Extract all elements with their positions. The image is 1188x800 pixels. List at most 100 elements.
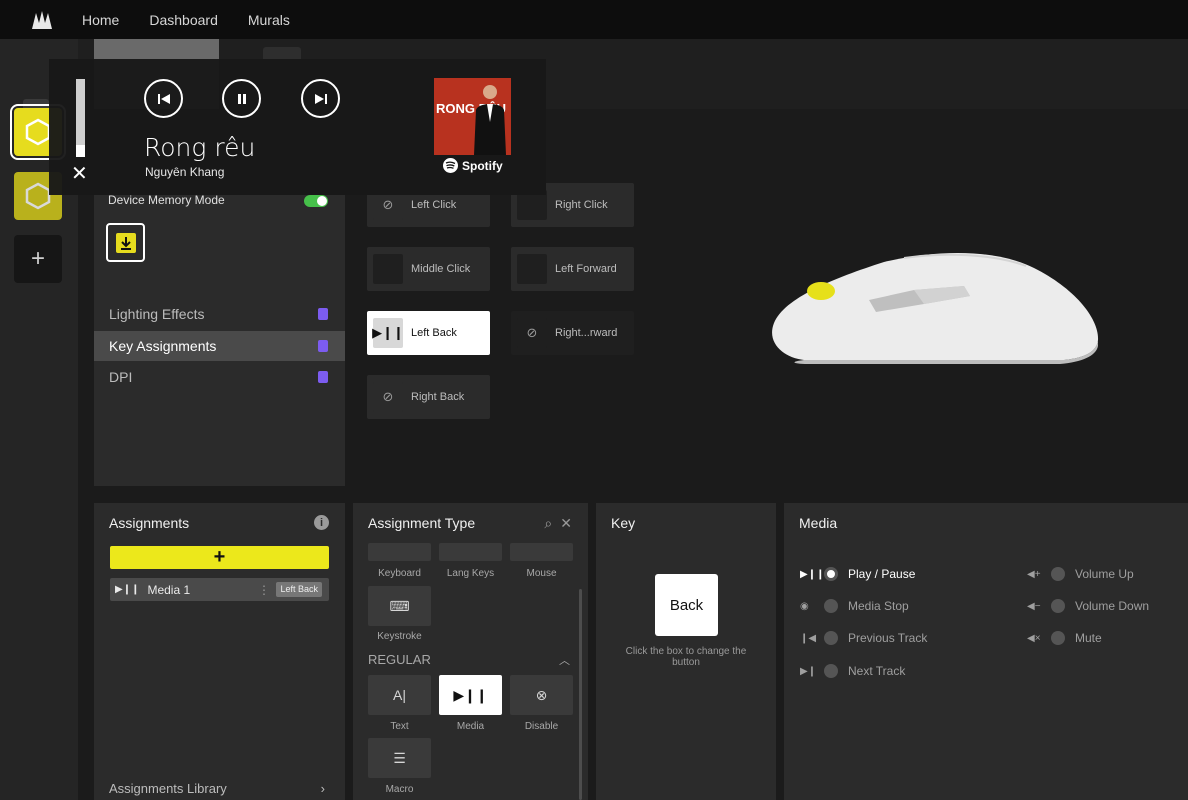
nav-murals[interactable]: Murals bbox=[248, 12, 290, 28]
media-option-stop[interactable]: ◉ Media Stop bbox=[800, 596, 909, 616]
save-to-device-button[interactable] bbox=[106, 223, 145, 262]
assignment-key-badge: Left Back bbox=[276, 582, 322, 597]
type-mouse-tile[interactable] bbox=[510, 543, 573, 561]
media-panel: Media ▶❙❙ Play / Pause ◉ Media Stop ❙◀ P… bbox=[784, 503, 1188, 800]
radio-button[interactable] bbox=[1051, 631, 1065, 645]
close-icon[interactable]: ✕ bbox=[560, 515, 572, 532]
nav-dashboard[interactable]: Dashboard bbox=[149, 12, 218, 28]
media-option-previous-track[interactable]: ❙◀ Previous Track bbox=[800, 628, 927, 648]
memory-icon bbox=[318, 340, 328, 352]
play-pause-icon: ▶❙❙ bbox=[453, 686, 488, 703]
scrollbar[interactable] bbox=[579, 589, 582, 800]
type-text-tile[interactable]: A| bbox=[368, 675, 431, 715]
assignments-panel: Assignments i + ▶❙❙ Media 1 ⋮ Left Back … bbox=[94, 503, 345, 800]
radio-button[interactable] bbox=[824, 664, 838, 678]
key-hint-text: Click the box to change the button bbox=[625, 646, 747, 668]
type-keystroke-tile[interactable]: ⌨ bbox=[368, 586, 431, 626]
type-media-label: Media bbox=[456, 721, 485, 732]
pause-icon bbox=[237, 93, 246, 104]
chevron-up-icon[interactable]: ︿ bbox=[559, 652, 570, 668]
media-option-play-pause[interactable]: ▶❙❙ Play / Pause bbox=[800, 564, 915, 584]
info-icon[interactable]: i bbox=[314, 515, 329, 530]
media-overlay: ✕ Rong rêu Nguyên Khang RONG RÊU Spotify bbox=[49, 59, 546, 195]
radio-button[interactable] bbox=[824, 631, 838, 645]
spotify-icon bbox=[443, 158, 458, 173]
chevron-right-icon[interactable]: › bbox=[321, 781, 325, 796]
key-right-back[interactable]: ⊘ Right Back bbox=[367, 375, 490, 419]
key-capture-box[interactable]: Back bbox=[655, 574, 718, 636]
play-pause-icon: ▶❙❙ bbox=[800, 568, 825, 580]
key-left-back[interactable]: ▶❙❙ Left Back bbox=[367, 311, 490, 355]
next-track-button[interactable] bbox=[301, 79, 340, 118]
type-lang-keys-tile[interactable] bbox=[439, 543, 502, 561]
hexagon-icon bbox=[25, 118, 51, 146]
radio-button[interactable] bbox=[1051, 599, 1065, 613]
stop-icon: ◉ bbox=[800, 600, 809, 612]
album-art: RONG RÊU bbox=[434, 78, 511, 155]
type-keyboard-label: Keyboard bbox=[378, 568, 421, 579]
key-slot-icon bbox=[517, 254, 547, 284]
spotify-logo: Spotify bbox=[443, 158, 503, 173]
disabled-icon: ⊘ bbox=[373, 382, 403, 412]
keystroke-icon: ⌨ bbox=[389, 597, 410, 614]
text-icon: A| bbox=[393, 687, 406, 703]
volume-slider-fill bbox=[76, 145, 85, 157]
kebab-menu-icon[interactable]: ⋮ bbox=[258, 583, 270, 597]
key-left-forward[interactable]: Left Forward bbox=[511, 247, 634, 291]
memory-icon bbox=[318, 308, 328, 320]
key-right-forward[interactable]: ⊘ Right...rward bbox=[511, 311, 634, 355]
menu-dpi[interactable]: DPI bbox=[94, 362, 345, 392]
assignments-library-link[interactable]: Assignments Library bbox=[109, 781, 227, 796]
mouse-image bbox=[764, 248, 1104, 378]
type-macro-tile[interactable]: ☰ bbox=[368, 738, 431, 778]
corsair-logo-icon[interactable] bbox=[30, 8, 74, 32]
media-option-volume-up[interactable]: ◀+ Volume Up bbox=[1027, 564, 1134, 584]
search-icon[interactable]: ⌕ bbox=[544, 515, 552, 532]
close-icon[interactable]: ✕ bbox=[71, 161, 88, 186]
assignments-title: Assignments bbox=[109, 515, 190, 531]
hexagon-icon bbox=[25, 182, 51, 210]
nav-home[interactable]: Home bbox=[82, 12, 119, 28]
radio-button[interactable] bbox=[1051, 567, 1065, 581]
key-title: Key bbox=[611, 515, 636, 531]
memory-icon bbox=[318, 371, 328, 383]
device-memory-mode-toggle[interactable] bbox=[304, 195, 328, 207]
assignment-type-panel: Assignment Type ⌕ ✕ Keyboard Lang Keys M… bbox=[353, 503, 588, 800]
pause-button[interactable] bbox=[222, 79, 261, 118]
volume-down-icon: ◀− bbox=[1027, 600, 1041, 612]
radio-button[interactable] bbox=[824, 599, 838, 613]
radio-button[interactable] bbox=[824, 567, 838, 581]
media-option-mute[interactable]: ◀× Mute bbox=[1027, 628, 1102, 648]
regular-section-label: REGULAR bbox=[368, 652, 431, 667]
type-disable-tile[interactable]: ⊗ bbox=[510, 675, 573, 715]
type-disable-label: Disable bbox=[524, 721, 559, 732]
key-middle-click[interactable]: Middle Click bbox=[367, 247, 490, 291]
type-macro-label: Macro bbox=[385, 784, 414, 795]
menu-key-assignments[interactable]: Key Assignments bbox=[94, 331, 345, 361]
type-keystroke-label: Keystroke bbox=[377, 631, 422, 642]
next-track-icon: ▶❙ bbox=[800, 665, 817, 677]
volume-up-icon: ◀+ bbox=[1027, 568, 1041, 580]
add-profile-button[interactable]: + bbox=[14, 235, 62, 283]
assignment-item[interactable]: ▶❙❙ Media 1 ⋮ Left Back bbox=[110, 578, 329, 601]
disable-icon: ⊗ bbox=[535, 686, 548, 703]
previous-track-icon: ❙◀ bbox=[800, 632, 817, 644]
add-assignment-button[interactable]: + bbox=[110, 546, 329, 569]
menu-lighting-effects[interactable]: Lighting Effects bbox=[94, 299, 345, 329]
list-icon: ☰ bbox=[393, 749, 406, 766]
song-title: Rong rêu bbox=[144, 133, 256, 162]
type-media-tile[interactable]: ▶❙❙ bbox=[439, 675, 502, 715]
next-track-icon bbox=[314, 93, 327, 104]
previous-track-icon bbox=[157, 93, 170, 104]
play-pause-icon: ▶❙❙ bbox=[372, 318, 404, 348]
type-keyboard-tile[interactable] bbox=[368, 543, 431, 561]
mute-icon: ◀× bbox=[1027, 632, 1041, 644]
play-pause-icon: ▶❙❙ bbox=[115, 584, 140, 595]
media-option-next-track[interactable]: ▶❙ Next Track bbox=[800, 661, 905, 681]
type-lang-keys-label: Lang Keys bbox=[446, 568, 495, 579]
previous-track-button[interactable] bbox=[144, 79, 183, 118]
type-mouse-label: Mouse bbox=[526, 568, 557, 579]
device-memory-mode-label: Device Memory Mode bbox=[108, 193, 225, 207]
type-text-label: Text bbox=[390, 721, 409, 732]
media-option-volume-down[interactable]: ◀− Volume Down bbox=[1027, 596, 1149, 616]
